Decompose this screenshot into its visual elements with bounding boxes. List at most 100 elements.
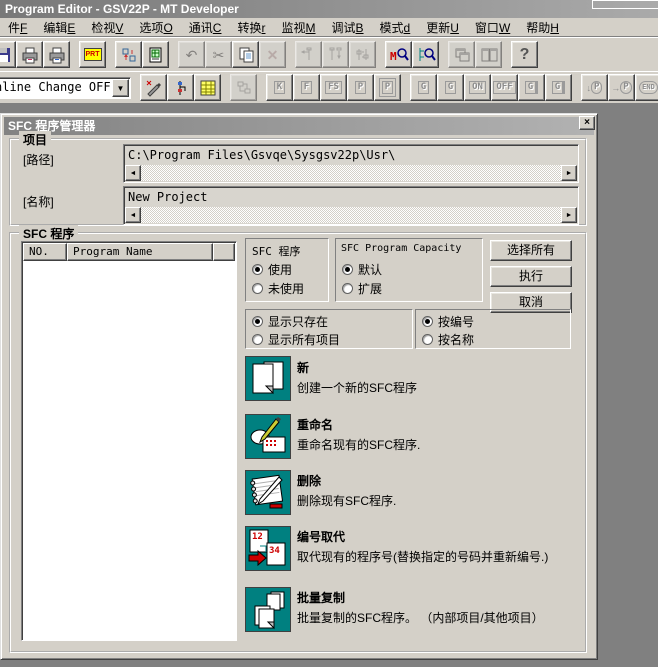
radio-dot xyxy=(342,264,353,275)
menu-view[interactable]: 检视V xyxy=(83,17,131,38)
flow-color-icon xyxy=(172,79,190,97)
workspace-background xyxy=(0,104,658,113)
print-program-icon[interactable] xyxy=(16,41,43,68)
sfc-block-list-icon[interactable] xyxy=(230,74,257,101)
symbol-k-button[interactable]: K xyxy=(266,74,293,101)
new-action-title[interactable]: 新 xyxy=(297,359,309,376)
execute-button[interactable]: 执行 xyxy=(490,266,572,287)
program-list[interactable]: NO. Program Name xyxy=(21,241,237,641)
name-label: [名称] xyxy=(23,193,54,210)
rename-action-title[interactable]: 重命名 xyxy=(297,416,333,433)
capacity-group-label: SFC Program Capacity xyxy=(341,243,461,254)
copy-icon[interactable] xyxy=(232,41,259,68)
background-window-corner xyxy=(592,0,658,9)
scroll-right-icon[interactable]: ► xyxy=(561,207,577,223)
menu-edit[interactable]: 编辑E xyxy=(35,17,83,38)
radio-used[interactable]: 使用 xyxy=(252,261,292,278)
menu-debug[interactable]: 调试B xyxy=(324,17,372,38)
step-forward-icon[interactable] xyxy=(322,41,349,68)
new-sfc-button[interactable] xyxy=(245,356,291,401)
menu-update[interactable]: 更新U xyxy=(418,17,467,38)
delete-action-title[interactable]: 删除 xyxy=(297,472,321,489)
radio-unused[interactable]: 未使用 xyxy=(252,280,304,297)
help-icon[interactable]: ? xyxy=(511,41,538,68)
symbol-g-button[interactable]: G xyxy=(410,74,437,101)
symbol-p-button[interactable]: P xyxy=(347,74,374,101)
radio-dot xyxy=(422,316,433,327)
find-program-icon[interactable]: M xyxy=(385,41,412,68)
renumber-top-number: 12 xyxy=(252,532,263,542)
save-icon[interactable] xyxy=(0,41,16,68)
menu-mode[interactable]: 模式d xyxy=(372,17,419,38)
copy-sheets-icon xyxy=(237,46,255,64)
rename-icon xyxy=(246,415,290,458)
symbol-g2-button[interactable]: G xyxy=(437,74,464,101)
scroll-left-icon[interactable]: ◄ xyxy=(125,207,141,223)
radio-all-items[interactable]: 显示所有项目 xyxy=(252,331,340,348)
radio-only-existing[interactable]: 显示只存在 xyxy=(252,313,328,330)
find-device-icon[interactable] xyxy=(412,41,439,68)
menu-convert[interactable]: 转换r xyxy=(229,17,273,38)
undo-icon[interactable]: ↶ xyxy=(178,41,205,68)
application-window: Program Editor - GSV22P - MT Developer 件… xyxy=(0,0,658,667)
menu-file[interactable]: 件F xyxy=(0,17,35,38)
delete-sfc-button[interactable] xyxy=(245,470,291,515)
workspace-background xyxy=(598,104,658,667)
device-list-icon[interactable] xyxy=(194,74,221,101)
menu-monitor[interactable]: 监视M xyxy=(273,17,323,38)
chevron-down-icon[interactable]: ▼ xyxy=(112,79,129,97)
renumber-action-title[interactable]: 编号取代 xyxy=(297,528,345,545)
scroll-right-icon[interactable]: ► xyxy=(561,165,577,181)
name-field[interactable]: New Project ◄ ► xyxy=(123,186,579,225)
sfc-diagram-icon[interactable] xyxy=(167,74,194,101)
display-groupbox: 显示只存在 显示所有项目 xyxy=(245,309,413,349)
close-icon[interactable]: × xyxy=(579,116,595,130)
menu-help[interactable]: 帮助H xyxy=(518,17,567,38)
renumber-sfc-button[interactable]: 12 34 xyxy=(245,526,291,571)
sfc-read-icon[interactable] xyxy=(115,41,142,68)
delete-icon[interactable]: ✕ xyxy=(259,41,286,68)
radio-by-name[interactable]: 按名称 xyxy=(422,331,474,348)
batch-copy-action-title[interactable]: 批量复制 xyxy=(297,589,345,606)
print-device-icon[interactable] xyxy=(43,41,70,68)
sfc-write-icon[interactable] xyxy=(140,74,167,101)
symbol-g-sub-button[interactable]: G xyxy=(518,74,545,101)
column-program-name[interactable]: Program Name xyxy=(67,243,213,261)
symbol-off-button[interactable]: OFF xyxy=(491,74,518,101)
symbol-f-button[interactable]: F xyxy=(293,74,320,101)
window-cascade-icon[interactable] xyxy=(448,41,475,68)
radio-extended[interactable]: 扩展 xyxy=(342,280,382,297)
step-back-icon[interactable] xyxy=(295,41,322,68)
menu-window[interactable]: 窗口W xyxy=(467,17,518,38)
scroll-left-icon[interactable]: ◄ xyxy=(125,165,141,181)
path-field[interactable]: C:\Program Files\Gsvqe\Sysgsv22p\Usr\ ◄ … xyxy=(123,144,579,183)
radio-dot xyxy=(252,283,263,294)
name-scrollbar[interactable]: ◄ ► xyxy=(125,207,577,223)
end-step-button[interactable]: END xyxy=(635,74,658,101)
symbol-on-button[interactable]: ON xyxy=(464,74,491,101)
radio-by-number[interactable]: 按编号 xyxy=(422,313,474,330)
delete-action-desc: 删除现有SFC程序. xyxy=(297,493,589,509)
rename-sfc-button[interactable] xyxy=(245,414,291,459)
batch-copy-sfc-button[interactable] xyxy=(245,587,291,632)
symbol-fs-button[interactable]: FS xyxy=(320,74,347,101)
radio-default[interactable]: 默认 xyxy=(342,261,382,278)
column-no[interactable]: NO. xyxy=(23,243,67,261)
menu-communication[interactable]: 通讯C xyxy=(181,17,230,38)
path-scrollbar[interactable]: ◄ ► xyxy=(125,165,577,181)
window-tile-icon[interactable] xyxy=(475,41,502,68)
symbol-ip-button[interactable]: P xyxy=(374,74,401,101)
new-document-icon xyxy=(246,357,290,400)
online-change-combo[interactable]: nline Change OFF ▼ xyxy=(0,77,131,99)
menu-options[interactable]: 选项O xyxy=(131,17,180,38)
jump-p-down-button[interactable]: ↓P xyxy=(581,74,608,101)
radio-dot xyxy=(252,316,263,327)
cut-icon[interactable]: ✂ xyxy=(205,41,232,68)
step-both-icon[interactable] xyxy=(349,41,376,68)
print-setup-icon[interactable]: PRT xyxy=(79,41,106,68)
symbol-g-sub2-button[interactable]: G xyxy=(545,74,572,101)
sort-groupbox: 按编号 按名称 xyxy=(415,309,571,349)
select-all-button[interactable]: 选择所有 xyxy=(490,240,572,261)
jump-p-right-button[interactable]: →P xyxy=(608,74,635,101)
sfc-verify-icon[interactable] xyxy=(142,41,169,68)
